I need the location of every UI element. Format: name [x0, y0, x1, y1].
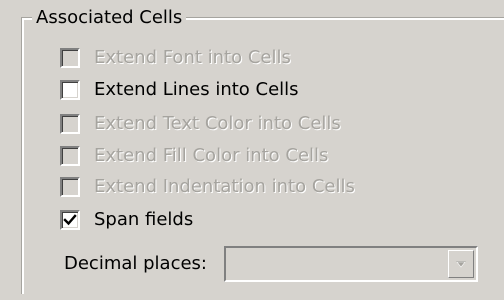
- dropdown-arrow-button: [448, 250, 474, 278]
- extend-lines-checkbox[interactable]: [60, 80, 80, 100]
- span-fields-checkbox[interactable]: [60, 210, 80, 230]
- extend-text-color-checkbox: [60, 114, 80, 134]
- checkmark-icon: [63, 214, 77, 226]
- group-title: Associated Cells: [32, 7, 187, 29]
- span-fields-label[interactable]: Span fields: [94, 208, 193, 232]
- extend-indentation-option: Extend Indentation into Cells: [60, 175, 355, 199]
- extend-fill-color-label: Extend Fill Color into Cells: [94, 145, 329, 166]
- extend-font-checkbox: [60, 48, 80, 68]
- decimal-places-label: Decimal places:: [64, 253, 207, 274]
- chevron-down-icon: [456, 261, 466, 268]
- extend-font-label: Extend Font into Cells: [94, 47, 291, 68]
- extend-fill-color-checkbox: [60, 146, 80, 166]
- extend-lines-label[interactable]: Extend Lines into Cells: [94, 78, 299, 102]
- span-fields-option[interactable]: Span fields: [60, 208, 193, 232]
- extend-text-color-option: Extend Text Color into Cells: [60, 112, 341, 136]
- extend-font-option: Extend Font into Cells: [60, 46, 291, 70]
- extend-text-color-label: Extend Text Color into Cells: [94, 113, 341, 134]
- extend-fill-color-option: Extend Fill Color into Cells: [60, 144, 328, 168]
- extend-indentation-label: Extend Indentation into Cells: [94, 176, 355, 197]
- decimal-places-dropdown: [224, 246, 478, 282]
- extend-lines-option[interactable]: Extend Lines into Cells: [60, 78, 299, 102]
- extend-indentation-checkbox: [60, 177, 80, 197]
